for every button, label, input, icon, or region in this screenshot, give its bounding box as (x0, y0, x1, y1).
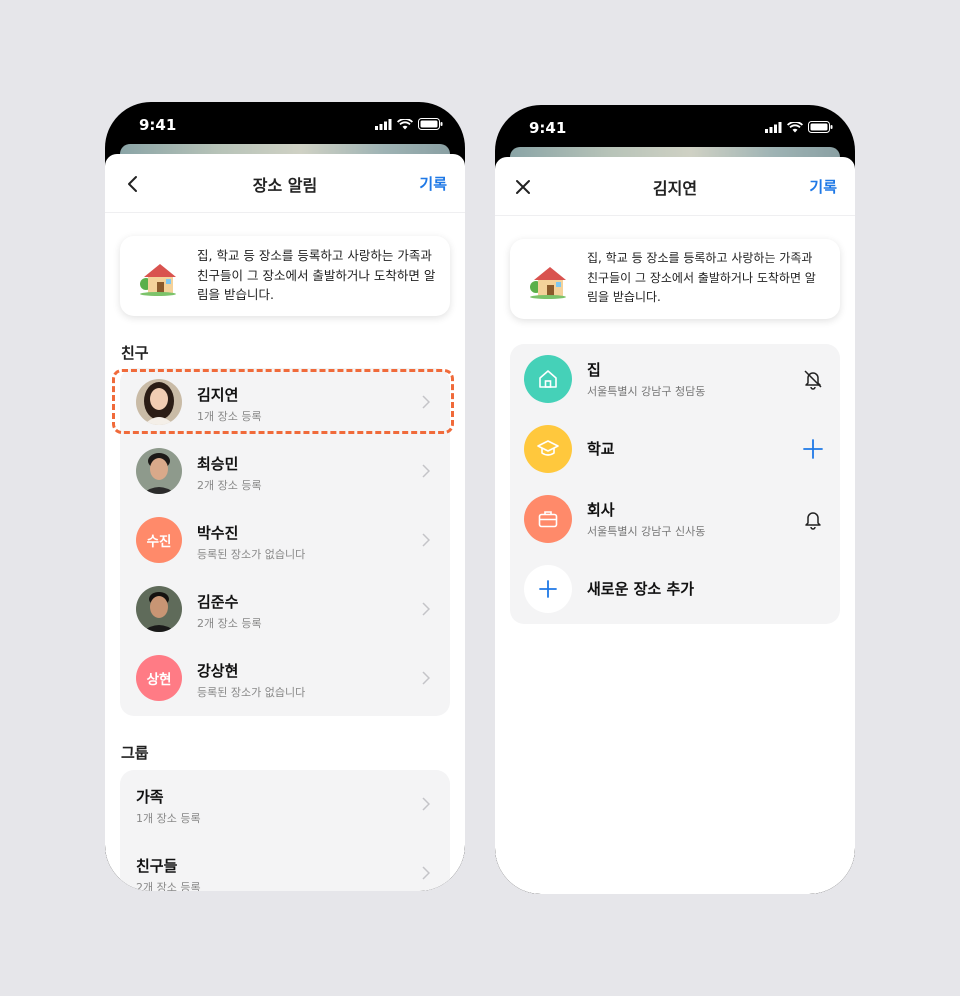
place-address: 서울특별시 강남구 청담동 (587, 385, 706, 398)
place-row-office[interactable]: 회사 서울특별시 강남구 신사동 (510, 484, 840, 554)
friend-place-count: 등록된 장소가 없습니다 (197, 686, 306, 699)
chevron-right-icon (422, 533, 430, 547)
friend-name: 김준수 (197, 593, 239, 611)
friend-row-kang-sanghyun[interactable]: 상현 강상현 등록된 장소가 없습니다 (120, 644, 450, 713)
home-icon (524, 355, 572, 403)
status-bar: 9:41 (105, 102, 465, 146)
add-place-button[interactable]: 새로운 장소 추가 (510, 554, 840, 624)
nav-bar: 김지연 기록 (495, 157, 855, 216)
friends-section-label: 친구 (121, 344, 149, 362)
phone-friend-places: 9:41 김지연 기록 집, 학교 등 장소를 등록하고 사랑하는 가족과 친구… (495, 105, 855, 894)
group-row-family[interactable]: 가족 1개 장소 등록 (120, 770, 450, 839)
place-row-home[interactable]: 집 서울특별시 강남구 청담동 (510, 344, 840, 414)
group-name: 가족 (136, 788, 164, 806)
friend-place-count: 2개 장소 등록 (197, 479, 262, 492)
chevron-right-icon (422, 797, 430, 811)
group-place-count: 1개 장소 등록 (136, 812, 201, 825)
group-row-friends[interactable]: 친구들 2개 장소 등록 (120, 839, 450, 891)
info-text: 집, 학교 등 장소를 등록하고 사랑하는 가족과 친구들이 그 장소에서 출발… (197, 248, 436, 302)
info-text: 집, 학교 등 장소를 등록하고 사랑하는 가족과 친구들이 그 장소에서 출발… (587, 251, 816, 304)
plus-icon[interactable] (802, 438, 824, 460)
phone-place-alerts: 9:41 장소 알림 기록 집, 학교 등 장소를 등록하고 사랑하는 가족과 … (105, 102, 465, 891)
signal-icon (375, 118, 392, 130)
nav-bar: 장소 알림 기록 (105, 154, 465, 213)
group-name: 친구들 (136, 857, 178, 875)
avatar: 수진 (136, 517, 182, 563)
friend-name: 박수진 (197, 524, 239, 542)
page-title: 장소 알림 (252, 176, 318, 195)
friend-name: 강상현 (197, 662, 239, 680)
status-time: 9:41 (139, 116, 177, 134)
chevron-right-icon (422, 866, 430, 880)
history-button[interactable]: 기록 (419, 173, 447, 194)
groups-section-label: 그룹 (121, 744, 149, 762)
bell-icon[interactable] (802, 508, 824, 530)
bottom-sheet: 김지연 기록 집, 학교 등 장소를 등록하고 사랑하는 가족과 친구들이 그 … (495, 157, 855, 894)
friend-place-count: 등록된 장소가 없습니다 (197, 548, 306, 561)
status-time: 9:41 (529, 119, 567, 137)
avatar (136, 586, 182, 632)
house-icon (530, 267, 566, 299)
graduation-cap-icon (524, 425, 572, 473)
avatar: 상현 (136, 655, 182, 701)
groups-list: 가족 1개 장소 등록 친구들 2개 장소 등록 (120, 770, 450, 891)
place-address: 서울특별시 강남구 신사동 (587, 525, 706, 538)
history-button[interactable]: 기록 (809, 176, 837, 197)
signal-icon (765, 121, 782, 133)
info-card: 집, 학교 등 장소를 등록하고 사랑하는 가족과 친구들이 그 장소에서 출발… (120, 236, 450, 316)
wifi-icon (787, 121, 803, 132)
friend-name: 최승민 (197, 455, 239, 473)
place-name: 집 (587, 361, 601, 379)
bell-off-icon[interactable] (802, 368, 824, 390)
status-bar: 9:41 (495, 105, 855, 149)
chevron-right-icon (422, 464, 430, 478)
place-name: 회사 (587, 501, 615, 519)
selection-highlight (112, 369, 454, 434)
plus-icon (524, 565, 572, 613)
friend-row-kim-junsu[interactable]: 김준수 2개 장소 등록 (120, 575, 450, 644)
bottom-sheet: 장소 알림 기록 집, 학교 등 장소를 등록하고 사랑하는 가족과 친구들이 … (105, 154, 465, 891)
friend-row-choi-seungmin[interactable]: 최승민 2개 장소 등록 (120, 437, 450, 506)
friend-row-park-sujin[interactable]: 수진 박수진 등록된 장소가 없습니다 (120, 506, 450, 575)
place-row-school[interactable]: 학교 (510, 414, 840, 484)
add-place-label: 새로운 장소 추가 (587, 580, 695, 598)
battery-icon (418, 118, 443, 130)
battery-icon (808, 121, 833, 133)
briefcase-icon (524, 495, 572, 543)
places-list: 집 서울특별시 강남구 청담동 학교 회사 서울특별시 강남구 신사동 새로운 … (510, 344, 840, 624)
avatar (136, 448, 182, 494)
info-card: 집, 학교 등 장소를 등록하고 사랑하는 가족과 친구들이 그 장소에서 출발… (510, 239, 840, 319)
wifi-icon (397, 118, 413, 129)
house-icon (140, 264, 176, 296)
page-title: 김지연 (652, 179, 698, 198)
chevron-right-icon (422, 671, 430, 685)
chevron-right-icon (422, 602, 430, 616)
place-name: 학교 (587, 440, 615, 458)
group-place-count: 2개 장소 등록 (136, 881, 201, 891)
friend-place-count: 2개 장소 등록 (197, 617, 262, 630)
